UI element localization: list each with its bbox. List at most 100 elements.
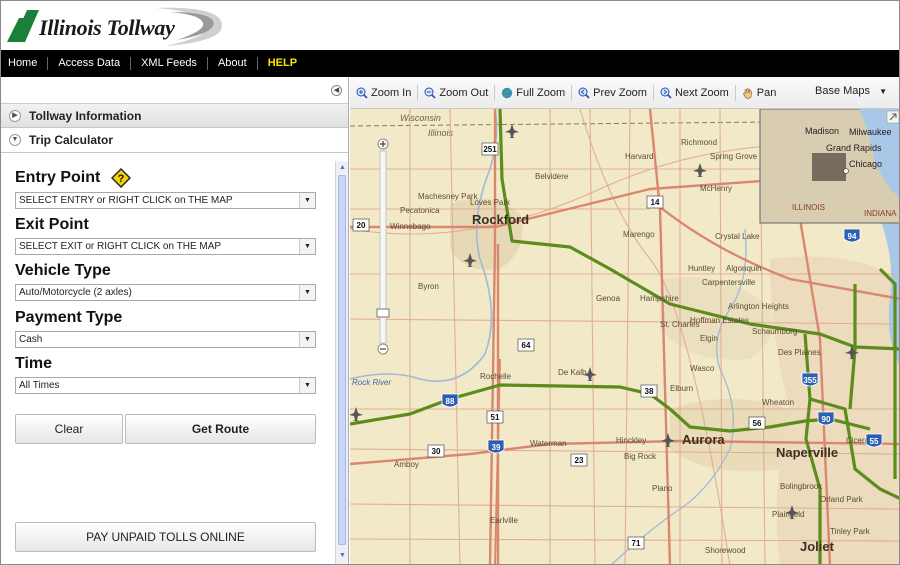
help-icon[interactable]: ? [111,168,131,188]
nav-about[interactable]: About [208,57,258,70]
route-shield: 64 [517,338,535,352]
town-label: Pecatonica [400,206,440,215]
state-label: Illinois [428,128,454,138]
entry-point-select[interactable]: SELECT ENTRY or RIGHT CLICK on THE MAP ▼ [15,192,316,209]
svg-text:55: 55 [870,437,879,446]
top-nav: Home Access Data XML Feeds About HELP [1,50,899,77]
town-label: McHenry [700,184,732,193]
payment-type-select[interactable]: Cash ▼ [15,331,316,348]
town-label: Earlville [490,516,519,525]
nav-home[interactable]: Home [1,57,49,70]
nav-access-data[interactable]: Access Data [48,57,132,70]
svg-text:88: 88 [446,397,455,406]
town-label: Hampshire [640,294,679,303]
svg-text:38: 38 [645,387,654,396]
exit-point-value: SELECT EXIT or RIGHT CLICK on THE MAP [19,241,222,252]
overview-extent-box [812,153,846,181]
zoom-in-button[interactable]: Zoom In [350,84,419,101]
expand-overview-icon[interactable] [886,110,899,124]
route-shield: 56 [748,416,766,430]
town-label: Big Rock [624,452,657,461]
town-label: Bolingbrook [780,482,823,491]
header: Illinois Tollway [1,1,899,50]
full-zoom-label: Full Zoom [516,86,566,99]
state-label: Wisconsin [400,113,441,123]
dropdown-arrow-icon: ▼ [299,378,315,393]
dropdown-arrow-icon: ▼ [299,332,315,347]
next-zoom-button[interactable]: Next Zoom [654,84,736,101]
get-route-button[interactable]: Get Route [125,414,316,444]
scroll-up-icon[interactable]: ▲ [338,163,347,172]
next-zoom-label: Next Zoom [674,86,729,99]
left-panel: ◀ ▶ Tollway Information ▼ Trip Calculato… [1,77,349,564]
scroll-down-icon[interactable]: ▼ [338,551,347,560]
zoom-out-label: Zoom Out [439,86,489,99]
exit-point-select[interactable]: SELECT EXIT or RIGHT CLICK on THE MAP ▼ [15,238,316,255]
panel-collapse-bar: ◀ [1,77,348,103]
town-label: Crystal Lake [715,232,760,241]
exit-point-label: Exit Point [15,216,89,233]
overview-label: Milwaukee [849,127,892,137]
town-label: Amboy [394,460,419,469]
route-shield: 20 [352,218,370,232]
overview-map[interactable]: Madison Milwaukee Grand Rapids Chicago I… [759,109,900,224]
interstate-shield: 90 [817,411,835,426]
town-label: Des Plaines [778,348,821,357]
section-label: Trip Calculator [29,133,114,147]
svg-text:20: 20 [357,221,366,230]
town-label: Orland Park [820,495,864,504]
zoom-out-button[interactable]: Zoom Out [418,84,496,101]
town-label: Huntley [688,264,715,273]
pan-label: Pan [756,86,777,99]
chevron-right-icon: ▶ [9,109,21,122]
city-label: Rockford [472,212,529,227]
zoom-out-icon [424,87,436,99]
town-label: Shorewood [705,546,745,555]
time-value: All Times [19,380,60,391]
map-canvas[interactable]: Wisconsin Illinois Rockford Aurora Naper… [350,109,900,565]
vehicle-type-select[interactable]: Auto/Motorcycle (2 axles) ▼ [15,284,316,301]
section-trip-calculator[interactable]: ▼ Trip Calculator [1,128,348,153]
trip-calculator-form: Entry Point ? SELECT ENTRY or RIGHT CLIC… [1,161,335,564]
zoom-in-icon [356,87,368,99]
vehicle-type-value: Auto/Motorcycle (2 axles) [19,287,132,298]
panel-scrollbar[interactable]: ▲ ▼ [335,161,348,564]
town-label: Loves Park [470,198,511,207]
pan-button[interactable]: Pan [736,85,783,101]
overview-label: Grand Rapids [826,143,882,153]
nav-xml-feeds[interactable]: XML Feeds [131,57,208,70]
scrollbar-thumb[interactable] [338,175,346,545]
interstate-shield: 55 [865,433,883,448]
town-label: Plano [652,484,673,493]
map-view[interactable]: Wisconsin Illinois Rockford Aurora Naper… [350,109,900,565]
next-zoom-icon [660,87,672,99]
base-maps-label: Base Maps [814,85,871,97]
zoom-slider-handle [376,308,390,318]
town-label: Schaumburg [752,327,797,336]
section-tollway-information[interactable]: ▶ Tollway Information [1,103,348,128]
svg-text:14: 14 [651,198,660,207]
town-label: Elgin [700,334,718,343]
overview-label: INDIANA [864,209,897,218]
town-label: Harvard [625,152,653,161]
full-zoom-button[interactable]: Full Zoom [495,84,573,101]
pay-unpaid-tolls-button[interactable]: PAY UNPAID TOLLS ONLINE [15,522,316,552]
clear-button[interactable]: Clear [15,414,123,444]
interstate-shield: 39 [487,439,505,454]
payment-type-value: Cash [19,334,43,345]
prev-zoom-button[interactable]: Prev Zoom [572,84,654,101]
collapse-panel-icon[interactable]: ◀ [331,85,342,96]
tollway-logo[interactable]: Illinois Tollway [5,4,235,48]
town-label: Byron [418,282,439,291]
town-label: Wasco [690,364,715,373]
svg-text:71: 71 [632,539,641,548]
prev-zoom-label: Prev Zoom [593,86,647,99]
time-select[interactable]: All Times ▼ [15,377,316,394]
svg-text:30: 30 [432,447,441,456]
route-shield: 251 [481,142,499,156]
vehicle-type-label: Vehicle Type [15,262,111,279]
svg-text:355: 355 [803,376,817,385]
town-label: Wheaton [762,398,794,407]
base-maps-dropdown[interactable]: Base Maps ▼ [815,85,887,97]
nav-help[interactable]: HELP [258,57,307,70]
